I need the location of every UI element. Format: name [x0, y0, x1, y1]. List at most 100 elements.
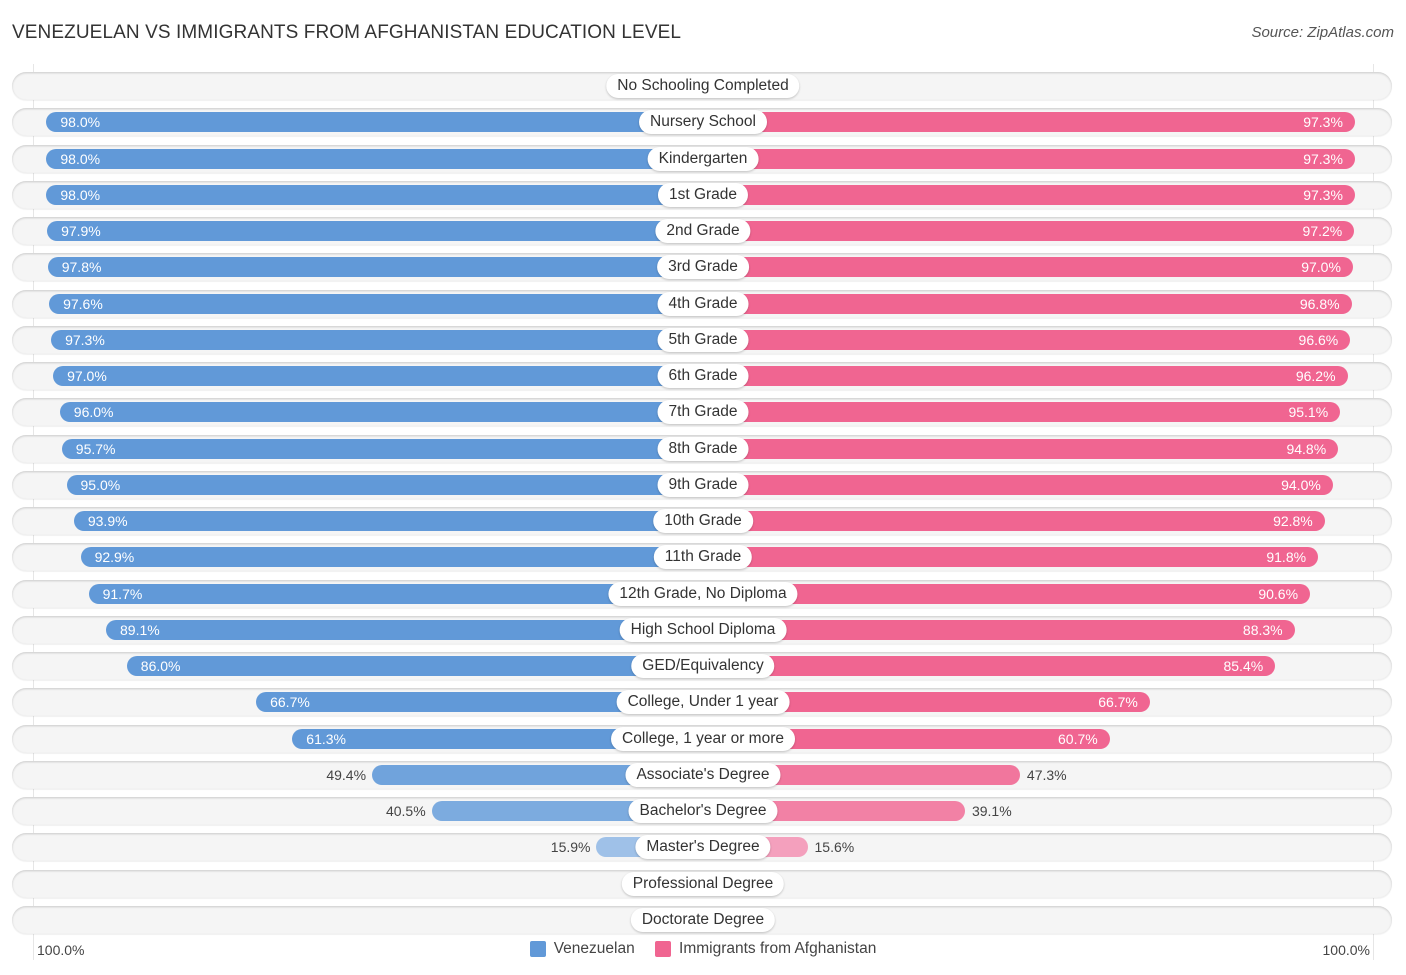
category-label: 7th Grade [657, 400, 749, 425]
value-label-venezuelan: 98.0% [60, 150, 101, 167]
value-label-venezuelan: 91.7% [102, 585, 143, 602]
category-label: 9th Grade [657, 472, 749, 497]
bar-afghanistan[interactable] [703, 329, 1351, 350]
value-label-afghanistan: 96.2% [1295, 368, 1336, 384]
category-label: 8th Grade [657, 436, 749, 461]
category-label: Nursery School [639, 110, 767, 135]
legend-item-afghanistan[interactable]: Immigrants from Afghanistan [655, 940, 876, 958]
value-label-afghanistan: 94.8% [1286, 440, 1327, 457]
category-label: Professional Degree [621, 871, 785, 896]
category-label: 11th Grade [653, 545, 753, 570]
value-label-venezuelan: 97.9% [61, 223, 101, 239]
bar-afghanistan[interactable] [703, 402, 1341, 423]
chart-area: 2.0%2.7%No Schooling Completed98.0%97.3%… [0, 0, 1406, 975]
legend-label-venezuelan: Venezuelan [553, 940, 635, 957]
bar-afghanistan[interactable] [703, 221, 1355, 241]
bar-venezuelan[interactable] [73, 511, 703, 531]
bar-venezuelan[interactable] [61, 438, 703, 459]
category-label: College, 1 year or more [611, 726, 795, 751]
value-label-afghanistan: 96.8% [1299, 295, 1340, 312]
bar-venezuelan[interactable] [46, 148, 703, 169]
bar-venezuelan[interactable] [106, 619, 703, 640]
value-label-venezuelan: 49.4% [326, 766, 367, 783]
bar-afghanistan[interactable] [703, 293, 1352, 314]
bar-venezuelan[interactable] [49, 293, 703, 314]
bar-venezuelan[interactable] [53, 366, 703, 386]
category-label: 3rd Grade [657, 255, 749, 280]
category-label: Kindergarten [647, 146, 759, 171]
value-label-venezuelan: 97.0% [67, 368, 107, 384]
value-label-venezuelan: 95.7% [75, 440, 116, 457]
bar-afghanistan[interactable] [703, 474, 1333, 495]
legend-swatch-afghanistan [655, 941, 672, 957]
legend-label-afghanistan: Immigrants from Afghanistan [679, 940, 877, 957]
value-label-afghanistan: 47.3% [1026, 766, 1067, 783]
bar-afghanistan[interactable] [703, 438, 1339, 459]
bar-afghanistan[interactable] [703, 257, 1353, 278]
value-label-venezuelan: 93.9% [87, 513, 128, 529]
value-label-afghanistan: 90.6% [1258, 585, 1299, 602]
value-label-afghanistan: 97.3% [1303, 186, 1343, 203]
category-label: 10th Grade [653, 509, 753, 533]
category-label: 4th Grade [657, 291, 749, 316]
category-label: Associate's Degree [625, 762, 781, 787]
category-label: 12th Grade, No Diploma [608, 581, 798, 606]
legend-item-venezuelan[interactable]: Venezuelan [529, 940, 635, 958]
value-label-venezuelan: 92.9% [94, 549, 135, 566]
legend: Venezuelan Immigrants from Afghanistan [0, 940, 1406, 962]
legend-swatch-venezuelan [529, 941, 546, 957]
value-label-afghanistan: 39.1% [971, 803, 1012, 819]
bar-afghanistan[interactable] [703, 366, 1348, 386]
value-label-venezuelan: 86.0% [140, 658, 181, 674]
value-label-afghanistan: 97.2% [1302, 223, 1343, 239]
bar-afghanistan[interactable] [703, 656, 1276, 676]
value-label-venezuelan: 97.6% [63, 295, 103, 312]
bar-venezuelan[interactable] [126, 656, 703, 676]
bar-venezuelan[interactable] [46, 184, 703, 205]
bar-afghanistan[interactable] [703, 547, 1319, 568]
value-label-afghanistan: 94.0% [1281, 476, 1321, 493]
value-label-venezuelan: 97.3% [65, 331, 105, 348]
value-label-afghanistan: 66.7% [1098, 694, 1138, 711]
value-label-venezuelan: 15.9% [550, 839, 591, 856]
category-label: 2nd Grade [655, 219, 751, 243]
value-label-venezuelan: 96.0% [73, 404, 114, 421]
category-label: College, Under 1 year [616, 690, 790, 715]
bar-afghanistan[interactable] [703, 148, 1355, 169]
value-label-venezuelan: 98.0% [60, 114, 101, 131]
bar-venezuelan[interactable] [66, 474, 703, 495]
bar-afghanistan[interactable] [703, 511, 1325, 531]
bar-venezuelan[interactable] [46, 112, 703, 133]
value-label-afghanistan: 97.0% [1301, 259, 1341, 276]
category-label: 5th Grade [657, 327, 749, 352]
bar-venezuelan[interactable] [47, 257, 703, 278]
value-label-afghanistan: 96.6% [1298, 331, 1339, 348]
category-label: GED/Equivalency [631, 654, 775, 678]
bar-venezuelan[interactable] [80, 547, 703, 568]
bar-afghanistan[interactable] [703, 619, 1295, 640]
bar-afghanistan[interactable] [703, 112, 1355, 133]
category-label: Bachelor's Degree [628, 799, 778, 823]
value-label-afghanistan: 91.8% [1266, 549, 1307, 566]
value-label-afghanistan: 92.8% [1273, 513, 1313, 529]
bar-venezuelan[interactable] [47, 221, 703, 241]
value-label-venezuelan: 40.5% [385, 803, 426, 819]
bar-venezuelan[interactable] [59, 402, 703, 423]
value-label-afghanistan: 97.3% [1303, 114, 1343, 131]
value-label-afghanistan: 60.7% [1058, 730, 1098, 747]
value-label-afghanistan: 85.4% [1223, 658, 1264, 674]
value-label-afghanistan: 88.3% [1242, 621, 1283, 638]
value-label-venezuelan: 89.1% [120, 621, 160, 638]
value-label-venezuelan: 98.0% [60, 186, 101, 203]
value-label-afghanistan: 15.6% [814, 839, 855, 856]
value-label-venezuelan: 97.8% [61, 259, 102, 276]
bar-venezuelan[interactable] [51, 329, 703, 350]
category-label: Doctorate Degree [630, 907, 776, 932]
value-label-venezuelan: 66.7% [270, 694, 310, 711]
category-label: High School Diploma [619, 617, 787, 642]
bar-afghanistan[interactable] [703, 184, 1355, 205]
value-label-venezuelan: 95.0% [80, 476, 121, 493]
value-label-venezuelan: 61.3% [306, 730, 346, 747]
value-label-afghanistan: 97.3% [1303, 150, 1343, 167]
category-label: 1st Grade [657, 182, 749, 207]
